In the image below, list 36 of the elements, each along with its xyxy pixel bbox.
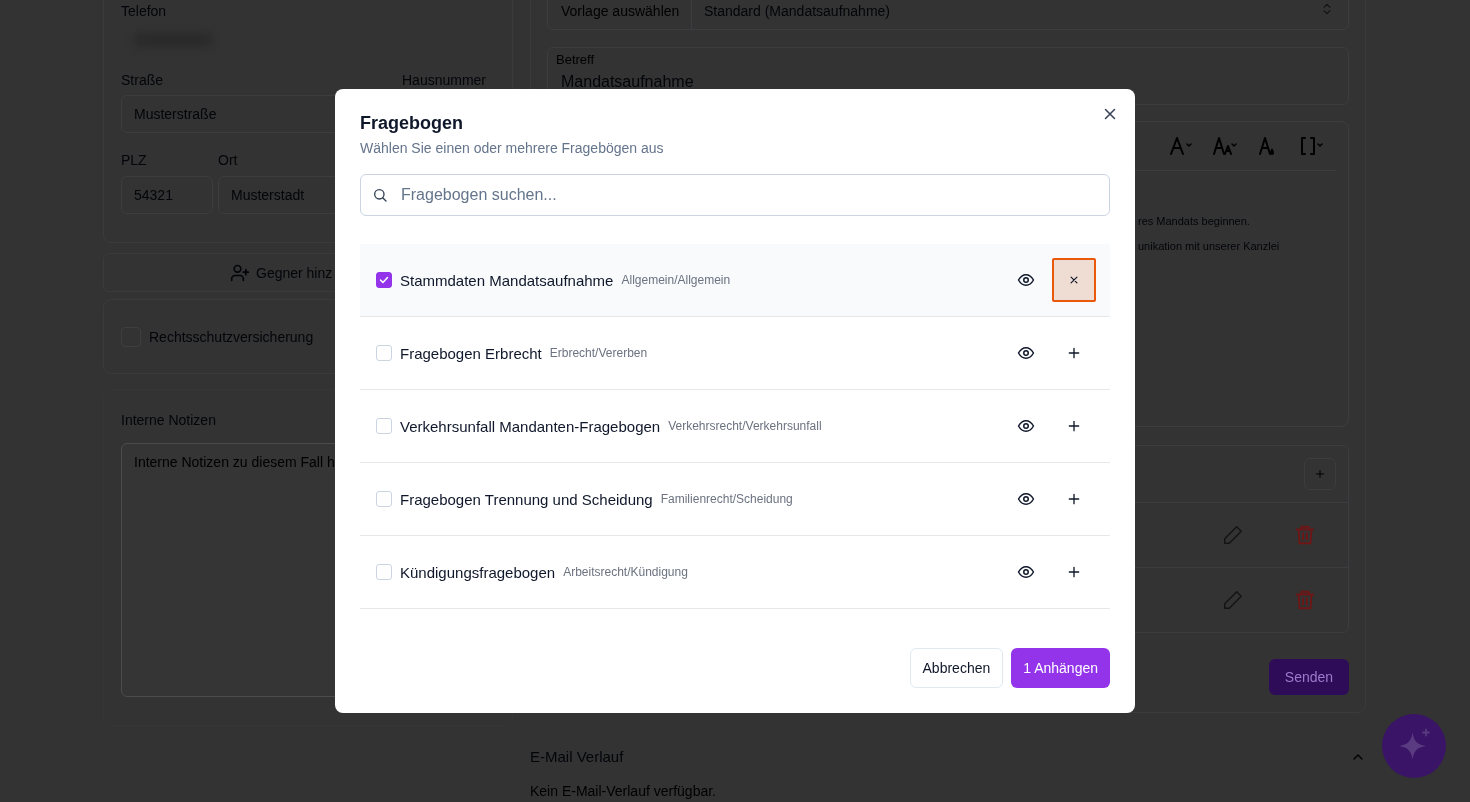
plus-icon bbox=[1066, 491, 1082, 507]
item-category: Allgemein/Allgemein bbox=[621, 273, 731, 287]
item-category: Arbeitsrecht/Kündigung bbox=[563, 565, 688, 579]
plus-icon bbox=[1066, 345, 1082, 361]
list-item[interactable]: Fragebogen Trennung und Scheidung Familienrecht/Scheidung bbox=[360, 463, 1110, 536]
attach-button[interactable]: 1 Anhängen bbox=[1011, 648, 1110, 688]
item-title: Verkehrsunfall Mandanten-Fragebogen bbox=[400, 417, 661, 435]
plus-icon bbox=[1314, 468, 1326, 480]
list-item[interactable]: Kündigungsfragebogen Arbeitsrecht/Kündigung bbox=[360, 536, 1110, 609]
search-icon bbox=[372, 187, 388, 203]
item-category: Familienrecht/Scheidung bbox=[660, 492, 793, 506]
eye-icon bbox=[1017, 344, 1035, 362]
item-category: Erbrecht/Vererben bbox=[549, 346, 648, 360]
user-plus-icon bbox=[230, 262, 250, 283]
list-item[interactable]: Verkehrsunfall Mandanten-Fragebogen Verkehrsrecht/Verkehrsunfall bbox=[360, 390, 1110, 463]
list-item[interactable]: Fragebogen Erbrecht Erbrecht/Vererben bbox=[360, 317, 1110, 390]
eye-icon bbox=[1017, 271, 1035, 289]
plus-icon bbox=[1066, 564, 1082, 580]
item-title: Fragebogen Erbrecht bbox=[400, 344, 542, 362]
dialog-subtitle: Wählen Sie einen oder mehrere Fragebögen aus bbox=[360, 139, 664, 158]
add-button[interactable] bbox=[1304, 458, 1336, 490]
pencil-icon[interactable] bbox=[1222, 524, 1244, 546]
send-button[interactable]: Senden bbox=[1269, 659, 1349, 695]
item-category: Verkehrsrecht/Verkehrsunfall bbox=[668, 419, 822, 433]
cancel-button[interactable]: Abbrechen bbox=[909, 648, 1004, 688]
eye-icon bbox=[1017, 563, 1035, 581]
eye-icon bbox=[1017, 490, 1035, 508]
remove-button[interactable] bbox=[1052, 258, 1096, 302]
plus-icon bbox=[1066, 418, 1082, 434]
check-icon bbox=[378, 274, 390, 286]
trash-icon[interactable] bbox=[1294, 524, 1316, 546]
eye-icon bbox=[1017, 417, 1035, 435]
pencil-icon[interactable] bbox=[1222, 589, 1244, 611]
checkbox[interactable] bbox=[376, 272, 392, 288]
trash-icon[interactable] bbox=[1294, 589, 1316, 611]
search-field[interactable]: Fragebogen suchen... bbox=[360, 174, 1110, 216]
